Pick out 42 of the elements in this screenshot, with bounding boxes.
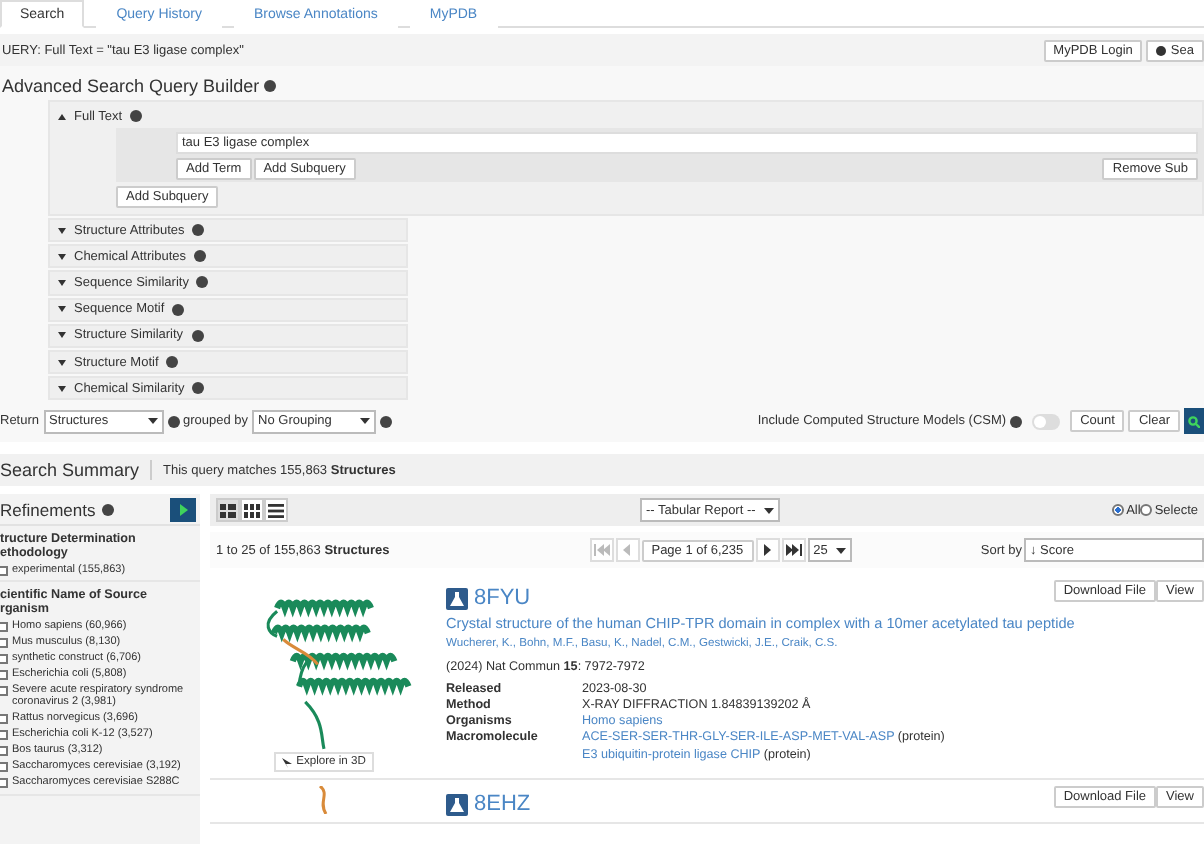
refinements-title: Refinements	[0, 499, 96, 520]
cursor-icon	[282, 757, 293, 768]
pager-button[interactable]	[755, 538, 780, 563]
gallery-view-icon	[220, 503, 236, 518]
next-page-icon	[760, 544, 775, 557]
checkbox[interactable]	[0, 669, 8, 680]
checkbox[interactable]	[0, 621, 8, 632]
checkbox[interactable]	[0, 730, 8, 741]
entry-id-link[interactable]: 8FYU	[474, 586, 531, 611]
play-icon	[179, 503, 187, 516]
grid-view-icon	[244, 503, 260, 518]
checkbox[interactable]	[0, 762, 8, 773]
entry-id-link[interactable]: 8EHZ	[474, 792, 531, 817]
prev-page-icon	[620, 544, 635, 557]
pager-button[interactable]	[781, 538, 806, 563]
checkbox[interactable]	[0, 565, 8, 576]
radio-button[interactable]	[1112, 504, 1125, 517]
first-page-icon	[593, 544, 610, 557]
view-mode-button[interactable]	[264, 498, 288, 523]
checkbox[interactable]	[0, 778, 8, 789]
apply-button[interactable]	[170, 497, 196, 522]
checkbox[interactable]	[0, 746, 8, 757]
caret-icon	[835, 547, 846, 554]
csm-toggle[interactable]	[1032, 413, 1061, 430]
view-mode-button[interactable]	[240, 498, 264, 523]
caret-icon	[360, 418, 371, 425]
flask-icon	[446, 793, 468, 816]
caret-icon	[763, 507, 774, 514]
checkbox[interactable]	[0, 714, 8, 725]
checkbox[interactable]	[0, 685, 8, 696]
flask-icon	[446, 587, 468, 610]
list-view-icon	[268, 503, 284, 518]
builder-title: Advanced Search Query Builder	[2, 76, 260, 96]
checkbox[interactable]	[0, 637, 8, 648]
checkbox[interactable]	[0, 653, 8, 664]
search-button[interactable]	[1184, 408, 1204, 435]
search-summary-title: Search Summary	[0, 460, 152, 481]
view-mode-button[interactable]	[216, 498, 240, 523]
last-page-icon	[785, 544, 802, 557]
caret-icon	[147, 418, 158, 425]
collapse-icon[interactable]	[58, 113, 66, 119]
radio-button[interactable]	[1140, 504, 1153, 517]
